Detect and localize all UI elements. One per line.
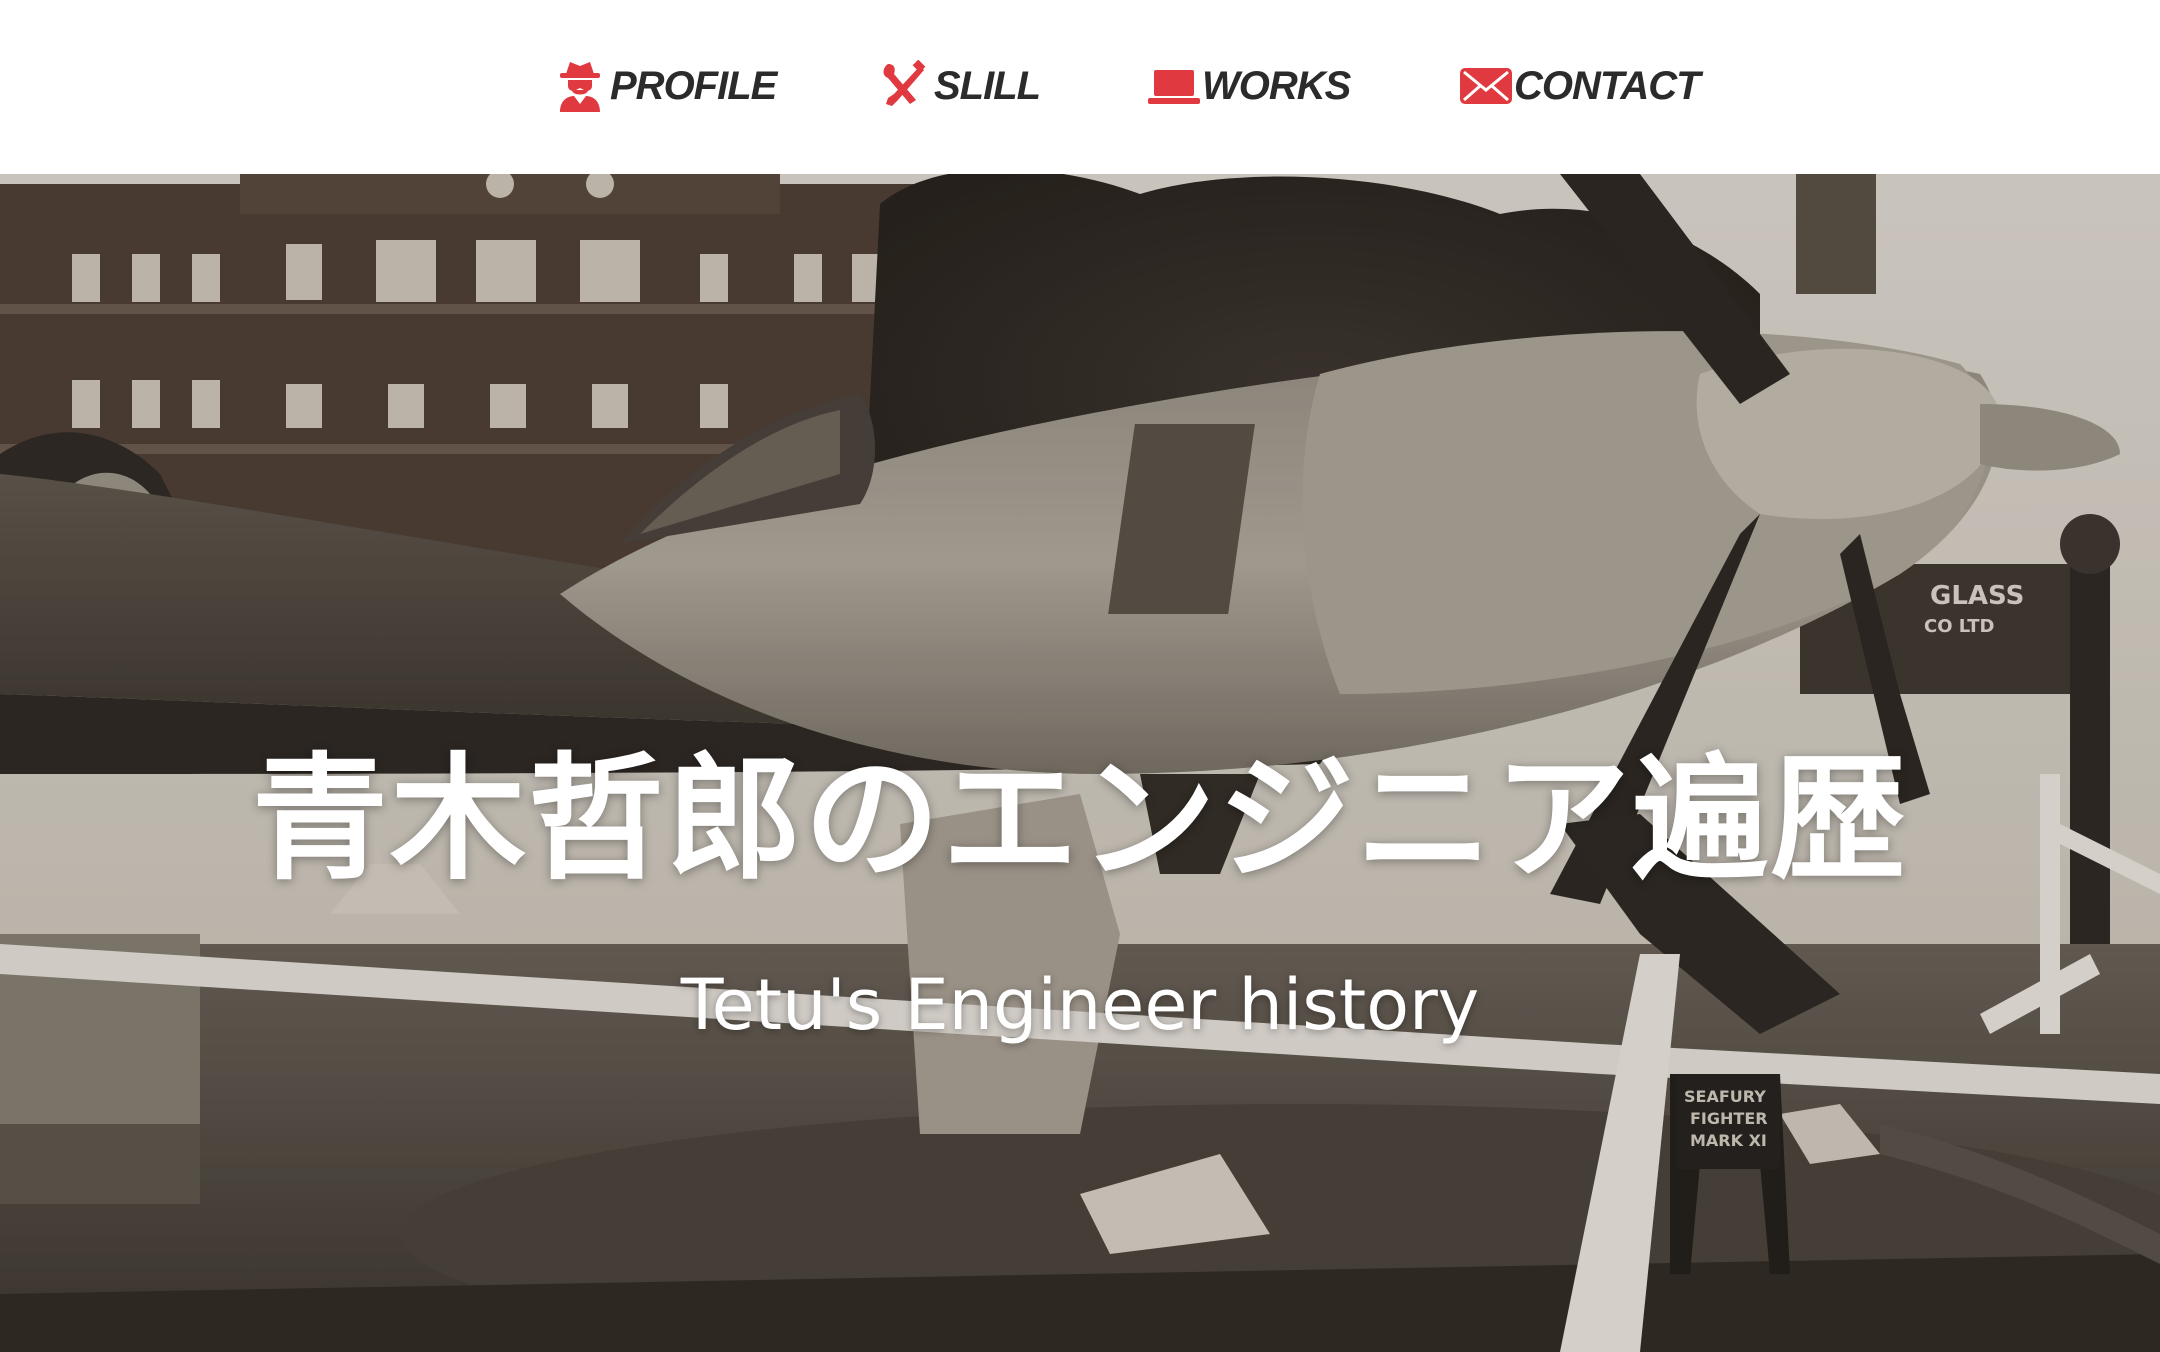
- hero-section: GLASS CO LTD SEAFURY FIGHTER MARK XI 青木哲…: [0, 174, 2160, 1352]
- laptop-icon: [1148, 60, 1200, 112]
- nav-item-contact[interactable]: CONTACT: [1460, 60, 1701, 112]
- hero-title: 青木哲郎のエンジニア遍歴: [252, 741, 1908, 899]
- nav-item-profile[interactable]: PROFILE: [556, 60, 777, 112]
- envelope-icon: [1460, 60, 1512, 112]
- page: PROFILE SLILL WORKS CONTACT GLASS CO LTD…: [0, 0, 2160, 1352]
- hero-subtitle: Tetu's Engineer history: [680, 964, 1480, 1046]
- nav-label-works: WORKS: [1202, 63, 1351, 108]
- nav-label-skill: SLILL: [934, 63, 1041, 108]
- nav-item-works[interactable]: WORKS: [1148, 60, 1351, 112]
- nav-label-contact: CONTACT: [1514, 63, 1701, 108]
- nav-label-profile: PROFILE: [610, 63, 777, 108]
- tools-icon: [880, 59, 928, 112]
- spy-icon: [556, 60, 604, 112]
- top-navigation: PROFILE SLILL WORKS CONTACT: [0, 0, 2160, 174]
- nav-item-skill[interactable]: SLILL: [880, 59, 1041, 112]
